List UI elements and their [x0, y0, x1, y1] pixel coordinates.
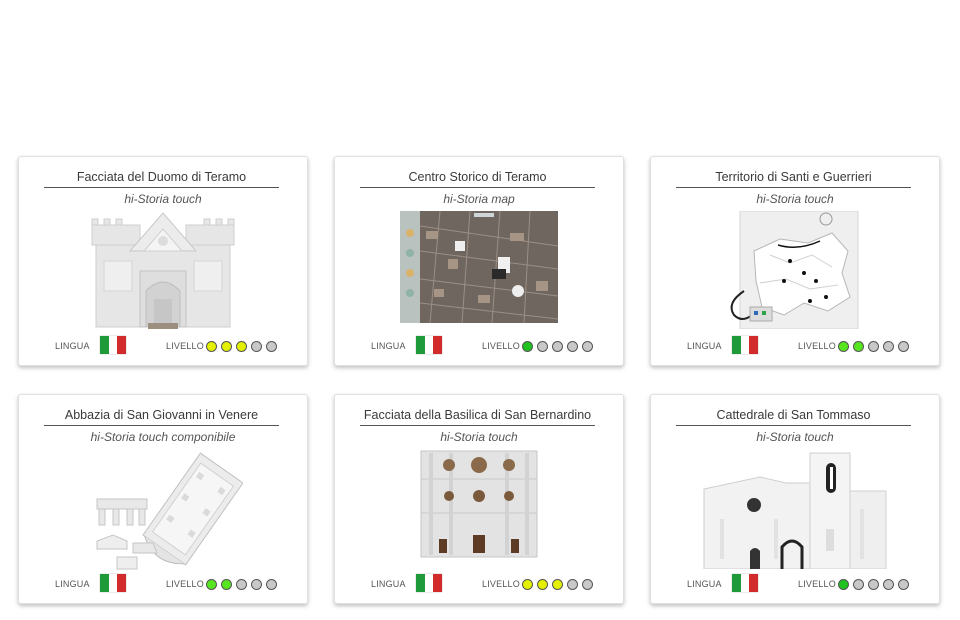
card-thumbnail [335, 449, 623, 569]
language-label: LINGUA [55, 341, 90, 351]
level-indicator [522, 579, 593, 590]
level-indicator [838, 579, 909, 590]
level-dot [251, 579, 262, 590]
level-label: LIVELLO [482, 579, 520, 589]
italian-flag-icon[interactable] [732, 574, 759, 592]
italian-flag-icon[interactable] [732, 336, 759, 354]
level-dot [522, 341, 533, 352]
level-dot [868, 579, 879, 590]
level-dot [522, 579, 533, 590]
level-dot [582, 579, 593, 590]
language-label: LINGUA [371, 341, 406, 351]
territorio-relief-panel-image [730, 211, 859, 329]
card-title: Cattedrale di San Tommaso [676, 408, 911, 426]
card-thumbnail [19, 449, 307, 570]
level-dot [883, 341, 894, 352]
card-thumbnail [651, 211, 939, 331]
level-dot [266, 341, 277, 352]
level-dot [868, 341, 879, 352]
exhibit-grid: Facciata del Duomo di Teramo hi-Storia t… [0, 0, 960, 620]
language-label: LINGUA [687, 579, 722, 589]
card-subtitle: hi-Storia touch [756, 430, 834, 444]
level-dot [552, 579, 563, 590]
level-dot [537, 341, 548, 352]
italian-flag-icon[interactable] [416, 336, 443, 354]
level-indicator [838, 341, 909, 352]
card-title: Facciata della Basilica di San Bernardin… [360, 408, 595, 426]
language-label: LINGUA [55, 579, 90, 589]
basilica-facade-model-image [420, 450, 538, 558]
level-label: LIVELLO [798, 341, 836, 351]
level-dot [853, 341, 864, 352]
card-thumbnail [19, 211, 307, 331]
level-dot [221, 579, 232, 590]
level-dot [898, 341, 909, 352]
italian-flag-icon[interactable] [416, 574, 443, 592]
level-dot [898, 579, 909, 590]
duomo-teramo-model-image [91, 212, 235, 329]
centro-storico-map-image [400, 211, 558, 323]
level-dot [251, 341, 262, 352]
level-dot [838, 579, 849, 590]
level-dot [567, 579, 578, 590]
level-dot [221, 341, 232, 352]
level-indicator [206, 341, 277, 352]
card-abbazia[interactable]: Abbazia di San Giovanni in Venere hi-Sto… [18, 394, 308, 604]
level-dot [552, 341, 563, 352]
level-indicator [206, 579, 277, 590]
card-territorio[interactable]: Territorio di Santi e Guerrieri hi-Stori… [650, 156, 940, 366]
card-cattedrale-san-tommaso[interactable]: Cattedrale di San Tommaso hi-Storia touc… [650, 394, 940, 604]
level-dot [853, 579, 864, 590]
level-dot [567, 341, 578, 352]
level-label: LIVELLO [482, 341, 520, 351]
language-label: LINGUA [371, 579, 406, 589]
level-dot [883, 579, 894, 590]
card-subtitle: hi-Storia touch [440, 430, 518, 444]
card-title: Territorio di Santi e Guerrieri [676, 170, 911, 188]
card-subtitle: hi-Storia touch [124, 192, 202, 206]
card-title: Centro Storico di Teramo [360, 170, 595, 188]
italian-flag-icon[interactable] [100, 336, 127, 354]
card-subtitle: hi-Storia map [443, 192, 515, 206]
card-basilica-san-bernardino[interactable]: Facciata della Basilica di San Bernardin… [334, 394, 624, 604]
cattedrale-model-image [703, 452, 887, 569]
level-dot [206, 579, 217, 590]
level-dot [266, 579, 277, 590]
level-dot [236, 579, 247, 590]
italian-flag-icon[interactable] [100, 574, 127, 592]
card-duomo-teramo[interactable]: Facciata del Duomo di Teramo hi-Storia t… [18, 156, 308, 366]
card-thumbnail [651, 449, 939, 569]
card-thumbnail [335, 211, 623, 331]
level-dot [838, 341, 849, 352]
card-title: Abbazia di San Giovanni in Venere [44, 408, 279, 426]
level-indicator [522, 341, 593, 352]
level-dot [206, 341, 217, 352]
card-centro-storico[interactable]: Centro Storico di Teramo hi-Storia map L… [334, 156, 624, 366]
card-title: Facciata del Duomo di Teramo [44, 170, 279, 188]
card-subtitle: hi-Storia touch componibile [90, 430, 236, 444]
level-dot [236, 341, 247, 352]
abbazia-modular-model-image [96, 452, 243, 570]
level-label: LIVELLO [798, 579, 836, 589]
language-label: LINGUA [687, 341, 722, 351]
level-label: LIVELLO [166, 579, 204, 589]
level-dot [537, 579, 548, 590]
card-subtitle: hi-Storia touch [756, 192, 834, 206]
level-dot [582, 341, 593, 352]
level-label: LIVELLO [166, 341, 204, 351]
